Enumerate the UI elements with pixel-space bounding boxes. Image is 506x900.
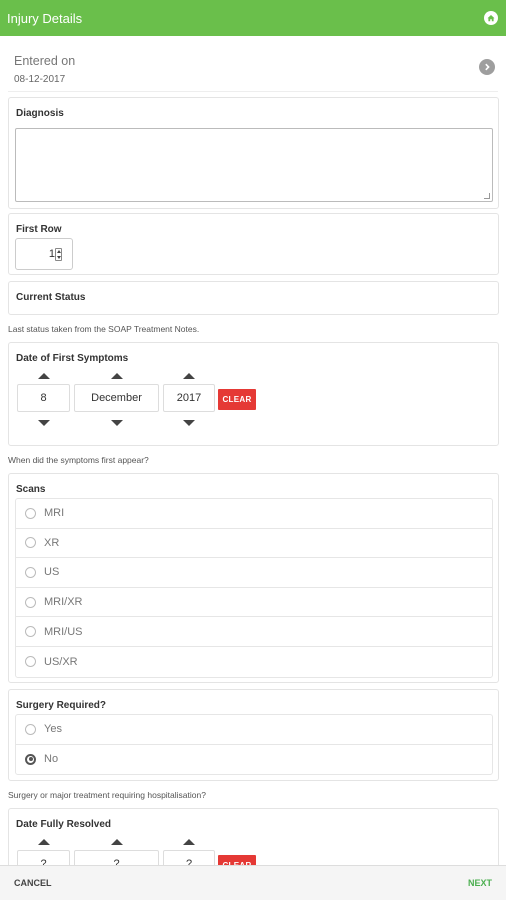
- day-up-arrow-icon[interactable]: [37, 373, 50, 379]
- fully-resolved-label: Date Fully Resolved: [16, 819, 112, 830]
- day-down-arrow-icon[interactable]: [37, 420, 50, 426]
- surgery-helper: Surgery or major treatment requiring hos…: [8, 790, 206, 800]
- scan-option-mri-xr[interactable]: MRI/XR: [16, 588, 492, 618]
- radio-icon[interactable]: [25, 626, 36, 638]
- cancel-button[interactable]: CANCEL: [14, 878, 52, 888]
- year-up-arrow-icon[interactable]: [183, 373, 195, 379]
- scan-option-us[interactable]: US: [16, 558, 492, 588]
- year-picker: 2017: [163, 373, 215, 433]
- scan-option-label: MRI: [44, 507, 65, 520]
- resolved-day-value[interactable]: ?: [17, 850, 70, 865]
- surgery-label: Surgery Required?: [16, 700, 107, 711]
- surgery-option-no[interactable]: No: [16, 745, 492, 775]
- surgery-option-label: No: [44, 753, 59, 766]
- number-spinner-icon[interactable]: [55, 248, 62, 261]
- radio-icon[interactable]: [25, 537, 36, 549]
- resolved-year-picker: ?: [163, 839, 215, 865]
- first-symptoms-label: Date of First Symptoms: [16, 353, 129, 364]
- year-value[interactable]: 2017: [163, 384, 215, 412]
- chevron-right-circle-icon[interactable]: [479, 59, 495, 75]
- resolved-day-up-arrow-icon[interactable]: [37, 839, 50, 845]
- scan-option-mri[interactable]: MRI: [16, 499, 492, 529]
- resize-handle-icon[interactable]: [484, 193, 490, 199]
- next-button[interactable]: NEXT: [468, 878, 492, 888]
- scan-option-label: MRI/US: [44, 625, 83, 638]
- scans-label: Scans: [16, 484, 46, 495]
- scan-option-label: XR: [44, 536, 60, 549]
- scan-option-us-xr[interactable]: US/XR: [16, 647, 492, 677]
- scan-option-mri-us[interactable]: MRI/US: [16, 617, 492, 647]
- year-down-arrow-icon[interactable]: [183, 420, 195, 426]
- surgery-radio-group: Yes No: [15, 714, 493, 776]
- home-icon[interactable]: [483, 10, 499, 26]
- surgery-option-yes[interactable]: Yes: [16, 715, 492, 745]
- surgery-card: Surgery Required? Yes No: [8, 689, 499, 781]
- bottom-action-bar: CANCEL NEXT: [0, 865, 506, 900]
- first-row-card: First Row 1: [8, 213, 499, 275]
- radio-checked-icon[interactable]: [25, 753, 36, 765]
- resolved-clear-button[interactable]: CLEAR: [218, 855, 256, 865]
- first-row-label: First Row: [16, 224, 62, 235]
- app-bar: Injury Details: [0, 0, 506, 36]
- month-down-arrow-icon[interactable]: [110, 420, 123, 426]
- radio-icon[interactable]: [25, 596, 36, 608]
- scans-card: Scans MRI XR US MRI/XR MRI/US US/XR: [8, 473, 499, 683]
- page-title: Injury Details: [7, 10, 83, 26]
- scan-option-label: US: [44, 566, 60, 579]
- clear-date-button[interactable]: CLEAR: [218, 389, 256, 410]
- scan-option-label: MRI/XR: [44, 596, 83, 609]
- first-row-number-input[interactable]: 1: [15, 238, 73, 270]
- resolved-month-up-arrow-icon[interactable]: [110, 839, 123, 845]
- form-content: Entered on 08-12-2017 Diagnosis First Ro…: [0, 36, 506, 865]
- radio-icon[interactable]: [25, 507, 36, 519]
- first-symptoms-card: Date of First Symptoms 8 December 2017 C…: [8, 342, 499, 446]
- radio-icon[interactable]: [25, 566, 36, 578]
- fully-resolved-card: Date Fully Resolved ? ? ? CLEAR: [8, 808, 499, 865]
- scan-option-label: US/XR: [44, 655, 78, 668]
- scan-option-xr[interactable]: XR: [16, 529, 492, 559]
- day-value[interactable]: 8: [17, 384, 70, 412]
- resolved-month-value[interactable]: ?: [74, 850, 159, 865]
- resolved-day-picker: ?: [17, 839, 70, 865]
- resolved-year-value[interactable]: ?: [163, 850, 215, 865]
- radio-icon[interactable]: [25, 723, 36, 735]
- first-symptoms-helper: When did the symptoms first appear?: [8, 455, 149, 465]
- resolved-year-up-arrow-icon[interactable]: [183, 839, 195, 845]
- current-status-card: Current Status: [8, 281, 499, 315]
- diagnosis-textarea[interactable]: [15, 128, 493, 202]
- month-up-arrow-icon[interactable]: [110, 373, 123, 379]
- entered-on-label: Entered on: [14, 54, 76, 68]
- entered-on-date: 08-12-2017: [14, 74, 66, 85]
- radio-icon[interactable]: [25, 656, 36, 668]
- current-status-label: Current Status: [16, 292, 86, 303]
- month-value[interactable]: December: [74, 384, 159, 412]
- diagnosis-label: Diagnosis: [16, 108, 64, 119]
- scans-radio-group: MRI XR US MRI/XR MRI/US US/XR: [15, 498, 493, 678]
- surgery-option-label: Yes: [44, 723, 62, 736]
- day-picker: 8: [17, 373, 70, 433]
- month-picker: December: [74, 373, 159, 433]
- diagnosis-card: Diagnosis: [8, 97, 499, 209]
- entered-on-row[interactable]: Entered on 08-12-2017: [8, 44, 498, 92]
- current-status-helper: Last status taken from the SOAP Treatmen…: [8, 324, 200, 334]
- resolved-month-picker: ?: [74, 839, 159, 865]
